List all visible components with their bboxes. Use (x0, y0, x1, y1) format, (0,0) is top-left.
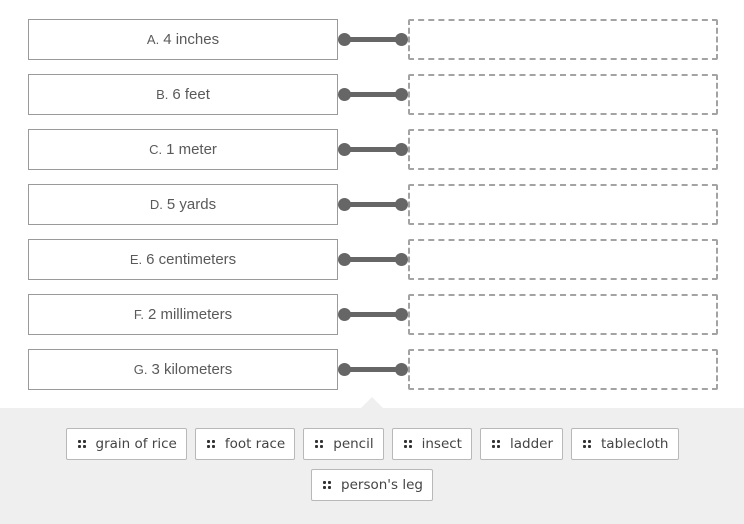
term-label: 4 inches (163, 31, 220, 48)
drop-zone-e[interactable] (408, 239, 718, 280)
term-letter: E. (129, 252, 143, 267)
connector-icon (338, 198, 408, 212)
term-label: 2 millimeters (147, 306, 233, 323)
drag-handle-icon (315, 440, 324, 448)
term-label: 5 yards (166, 196, 217, 213)
match-row: G. 3 kilometers (0, 349, 744, 391)
option-chip-pencil[interactable]: pencil (303, 428, 384, 460)
option-label: pencil (333, 436, 374, 452)
match-row: F. 2 millimeters (0, 294, 744, 336)
option-label: insect (421, 436, 462, 452)
option-chip-ladder[interactable]: ladder (479, 428, 564, 460)
drag-handle-icon (206, 440, 215, 448)
term-letter: B. (156, 87, 169, 102)
drag-handle-icon (491, 440, 500, 448)
term-c: C. 1 meter (28, 129, 338, 170)
connector-icon (338, 143, 408, 157)
option-chip-foot-race[interactable]: foot race (194, 428, 296, 460)
drop-zone-a[interactable] (408, 19, 718, 60)
connector-icon (338, 88, 408, 102)
match-row: D. 5 yards (0, 184, 744, 226)
match-row: C. 1 meter (0, 129, 744, 171)
term-letter: A. (146, 32, 160, 47)
term-g: G. 3 kilometers (28, 349, 338, 390)
drop-zone-g[interactable] (408, 349, 718, 390)
option-chip-grain-of-rice[interactable]: grain of rice (65, 428, 187, 460)
connector-icon (338, 308, 408, 322)
term-letter: F. (133, 307, 144, 322)
connector-icon (338, 33, 408, 47)
term-letter: C. (149, 142, 163, 157)
term-letter: G. (133, 362, 148, 377)
option-chip-insect[interactable]: insect (391, 428, 472, 460)
options-tray: grain of rice foot race pencil insect la… (0, 408, 744, 524)
drag-handle-icon (403, 440, 412, 448)
term-b: B. 6 feet (28, 74, 338, 115)
match-row: E. 6 centimeters (0, 239, 744, 281)
drop-zone-b[interactable] (408, 74, 718, 115)
term-letter: D. (149, 197, 163, 212)
option-label: foot race (224, 436, 286, 452)
drag-handle-icon (323, 481, 332, 489)
drop-zone-d[interactable] (408, 184, 718, 225)
connector-icon (338, 253, 408, 267)
option-label: person's leg (341, 477, 423, 493)
term-a: A. 4 inches (28, 19, 338, 60)
drag-handle-icon (77, 440, 86, 448)
match-row: A. 4 inches (0, 19, 744, 61)
option-chip-tablecloth[interactable]: tablecloth (571, 428, 679, 460)
term-label: 6 centimeters (146, 251, 237, 268)
term-label: 6 feet (172, 86, 210, 103)
match-row: B. 6 feet (0, 74, 744, 116)
drop-zone-f[interactable] (408, 294, 718, 335)
option-label: grain of rice (95, 436, 177, 452)
connector-icon (338, 363, 408, 377)
drop-zone-c[interactable] (408, 129, 718, 170)
term-label: 1 meter (166, 141, 217, 158)
term-d: D. 5 yards (28, 184, 338, 225)
term-label: 3 kilometers (151, 361, 233, 378)
option-chip-persons-leg[interactable]: person's leg (311, 469, 433, 501)
term-e: E. 6 centimeters (28, 239, 338, 280)
tray-pointer (361, 397, 383, 408)
drag-handle-icon (583, 440, 592, 448)
term-f: F. 2 millimeters (28, 294, 338, 335)
option-label: ladder (509, 436, 554, 452)
options-list: grain of rice foot race pencil insect la… (0, 428, 744, 501)
option-label: tablecloth (601, 436, 669, 452)
